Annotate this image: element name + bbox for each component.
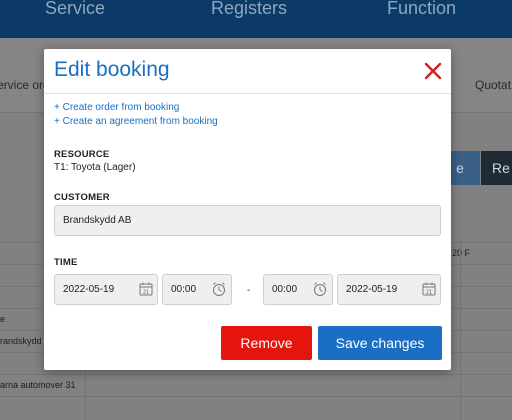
calendar-icon[interactable]: 21 xyxy=(138,281,154,297)
customer-label: CUSTOMER xyxy=(54,192,110,203)
create-order-link[interactable]: + Create order from booking xyxy=(54,102,179,113)
resource-value: T1: Toyota (Lager) xyxy=(54,162,136,173)
background-row: arna automover 31 xyxy=(0,374,512,397)
top-navigation: Service Registers Function xyxy=(0,0,512,38)
nav-item-registers[interactable]: Registers xyxy=(211,0,287,19)
background-divider xyxy=(460,240,461,420)
dialog-title: Edit booking xyxy=(54,58,170,81)
calendar-icon[interactable]: 21 xyxy=(421,281,437,297)
end-time-field[interactable]: 00:00 xyxy=(263,274,333,305)
subnav-item-quotations[interactable]: Quotat xyxy=(475,78,511,92)
end-time-value: 00:00 xyxy=(272,284,298,295)
customer-value: Brandskydd AB xyxy=(63,215,132,226)
end-date-value: 2022-05-19 xyxy=(346,284,398,295)
clock-icon[interactable] xyxy=(312,281,328,297)
background-button-dark[interactable]: Re xyxy=(481,151,512,185)
background-row-text: 20 F xyxy=(452,248,471,258)
start-date-value: 2022-05-19 xyxy=(63,284,115,295)
customer-field[interactable]: Brandskydd AB xyxy=(54,205,441,236)
close-icon[interactable] xyxy=(422,60,444,82)
background-row xyxy=(0,396,512,419)
create-agreement-link[interactable]: + Create an agreement from booking xyxy=(54,116,218,127)
start-time-value: 00:00 xyxy=(171,284,197,295)
background-row-text: arna automover 31 xyxy=(0,380,76,390)
calendar-day: 21 xyxy=(426,290,432,296)
clock-icon[interactable] xyxy=(211,281,227,297)
resource-label: RESOURCE xyxy=(54,149,110,160)
background-row-text: randskydd xyxy=(0,336,42,346)
save-changes-button[interactable]: Save changes xyxy=(318,326,442,360)
subnav-item-service-orders[interactable]: ervice ord xyxy=(0,78,50,92)
start-time-field[interactable]: 00:00 xyxy=(162,274,232,305)
end-date-field[interactable]: 2022-05-19 21 xyxy=(337,274,441,305)
time-separator: - xyxy=(247,285,251,296)
remove-button[interactable]: Remove xyxy=(221,326,312,360)
calendar-day: 21 xyxy=(143,290,149,296)
time-label: TIME xyxy=(54,257,78,268)
nav-item-service[interactable]: Service xyxy=(45,0,105,19)
edit-booking-dialog: Edit booking + Create order from booking… xyxy=(44,49,451,370)
start-date-field[interactable]: 2022-05-19 21 xyxy=(54,274,158,305)
dialog-header: Edit booking xyxy=(44,49,451,94)
background-row-text: e xyxy=(0,314,6,324)
nav-item-function[interactable]: Function xyxy=(387,0,456,19)
